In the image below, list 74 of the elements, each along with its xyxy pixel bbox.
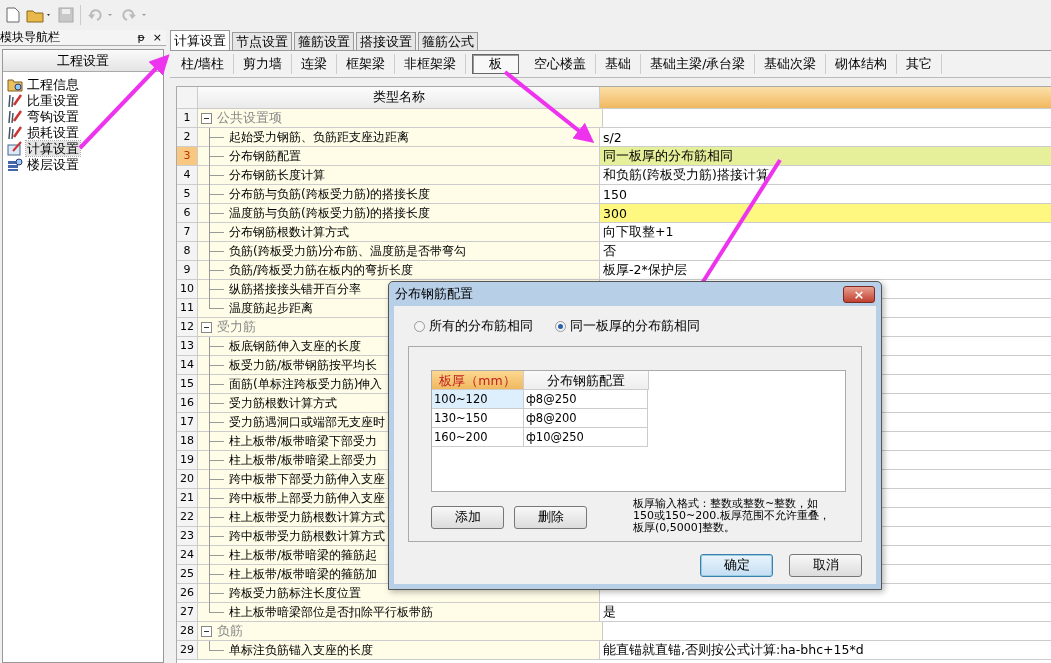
setting-value: 能直锚就直锚,否则按公式计算:ha-bhc+15*d (603, 641, 864, 659)
row-number: 8 (177, 242, 198, 261)
setting-value: s/2 (603, 129, 622, 145)
setting-name: 分布钢筋配置 (229, 147, 301, 165)
column-header: 类型名称 (198, 87, 600, 109)
setting-name: 单标注负筋锚入支座的长度 (229, 641, 373, 659)
dialog-title: 分布钢筋配置 (395, 285, 473, 303)
setting-name: 跨中板带上部受力筋伸入支座 (229, 489, 385, 507)
setting-name: 柱上板带受力筋根数计算方式 (229, 508, 385, 526)
row-number: 20 (177, 470, 198, 489)
setting-name: 跨板受力筋标注长度位置 (229, 584, 361, 602)
row-number: 21 (177, 489, 198, 508)
setting-value: 150 (603, 186, 627, 202)
row-number: 4 (177, 166, 198, 185)
row-number: 24 (177, 546, 198, 565)
row-number: 26 (177, 584, 198, 603)
setting-name: 起始受力钢筋、负筋距支座边距离 (229, 128, 409, 146)
panel-title: 模块导航栏 (0, 29, 60, 46)
setting-name: 柱上板带/板带暗梁的箍筋加 (229, 565, 378, 583)
setting-value: 和负筋(跨板受力筋)搭接计算 (603, 166, 769, 184)
setting-value: 300 (603, 205, 627, 221)
setting-name: 板底钢筋伸入支座的长度 (229, 337, 361, 355)
row-number: 27 (177, 603, 198, 622)
setting-name: 跨中板带下部受力筋伸入支座 (229, 470, 385, 488)
setting-value: 同一板厚的分布筋相同 (603, 147, 733, 165)
row-number: 7 (177, 223, 198, 242)
row-number: 14 (177, 356, 198, 375)
row-number: 25 (177, 565, 198, 584)
row-number: 16 (177, 394, 198, 413)
row-number: 2 (177, 128, 198, 147)
row-number: 29 (177, 641, 198, 660)
column-header: 分布钢筋配置 (524, 371, 649, 390)
setting-name: 纵筋搭接接头错开百分率 (229, 280, 361, 298)
row-number: 6 (177, 204, 198, 223)
setting-name: 负筋/跨板受力筋在板内的弯折长度 (229, 261, 414, 279)
row-number: 12 (177, 318, 198, 337)
group-name: 公共设置项 (217, 109, 282, 127)
row-number: 22 (177, 508, 198, 527)
row-number: 13 (177, 337, 198, 356)
row-number: 11 (177, 299, 198, 318)
setting-name: 面筋(单标注跨板受力筋)伸入 (229, 375, 383, 393)
row-number: 15 (177, 375, 198, 394)
row-number: 3 (177, 147, 198, 166)
setting-name: 温度筋起步距离 (229, 299, 313, 317)
row-number: 23 (177, 527, 198, 546)
setting-value: 板厚-2*保护层 (603, 261, 687, 279)
setting-name: 分布钢筋根数计算方式 (229, 223, 349, 241)
setting-name: 负筋(跨板受力筋)分布筋、温度筋是否带弯勾 (229, 242, 467, 260)
row-number: 9 (177, 261, 198, 280)
row-number: 5 (177, 185, 198, 204)
format-note: 板厚输入格式：整数或整数~整数，如150或150~200.板厚范围不允许重叠，板厚(0,5000]整数。 (633, 498, 831, 534)
row-number: 1 (177, 109, 198, 128)
group-name: 受力筋 (217, 318, 256, 336)
row-number: 28 (177, 622, 198, 641)
row-number: 17 (177, 413, 198, 432)
setting-name: 柱上板带/板带暗梁上部受力 (229, 451, 378, 469)
setting-name: 柱上板带/板带暗梁的箍筋起 (229, 546, 378, 564)
setting-value: 向下取整+1 (603, 223, 674, 241)
setting-name: 柱上板带/板带暗梁下部受力 (229, 432, 378, 450)
row-number: 19 (177, 451, 198, 470)
setting-name: 受力筋遇洞口或端部无支座时 (229, 413, 385, 431)
setting-name: 板受力筋/板带钢筋按平均长 (229, 356, 378, 374)
setting-name: 分布筋与负筋(跨板受力筋)的搭接长度 (229, 185, 431, 203)
setting-value: 否 (603, 242, 616, 260)
setting-value: 是 (603, 603, 616, 621)
row-number: 18 (177, 432, 198, 451)
row-number: 10 (177, 280, 198, 299)
column-header: 板厚（mm） (432, 371, 524, 390)
group-name: 负筋 (217, 622, 243, 640)
setting-name: 跨中板带受力筋根数计算方式 (229, 527, 385, 545)
setting-name: 受力筋根数计算方式 (229, 394, 337, 412)
setting-name: 柱上板带暗梁部位是否扣除平行板带筋 (229, 603, 433, 621)
setting-name: 温度筋与负筋(跨板受力筋)的搭接长度 (229, 204, 431, 222)
setting-name: 分布钢筋长度计算 (229, 166, 325, 184)
